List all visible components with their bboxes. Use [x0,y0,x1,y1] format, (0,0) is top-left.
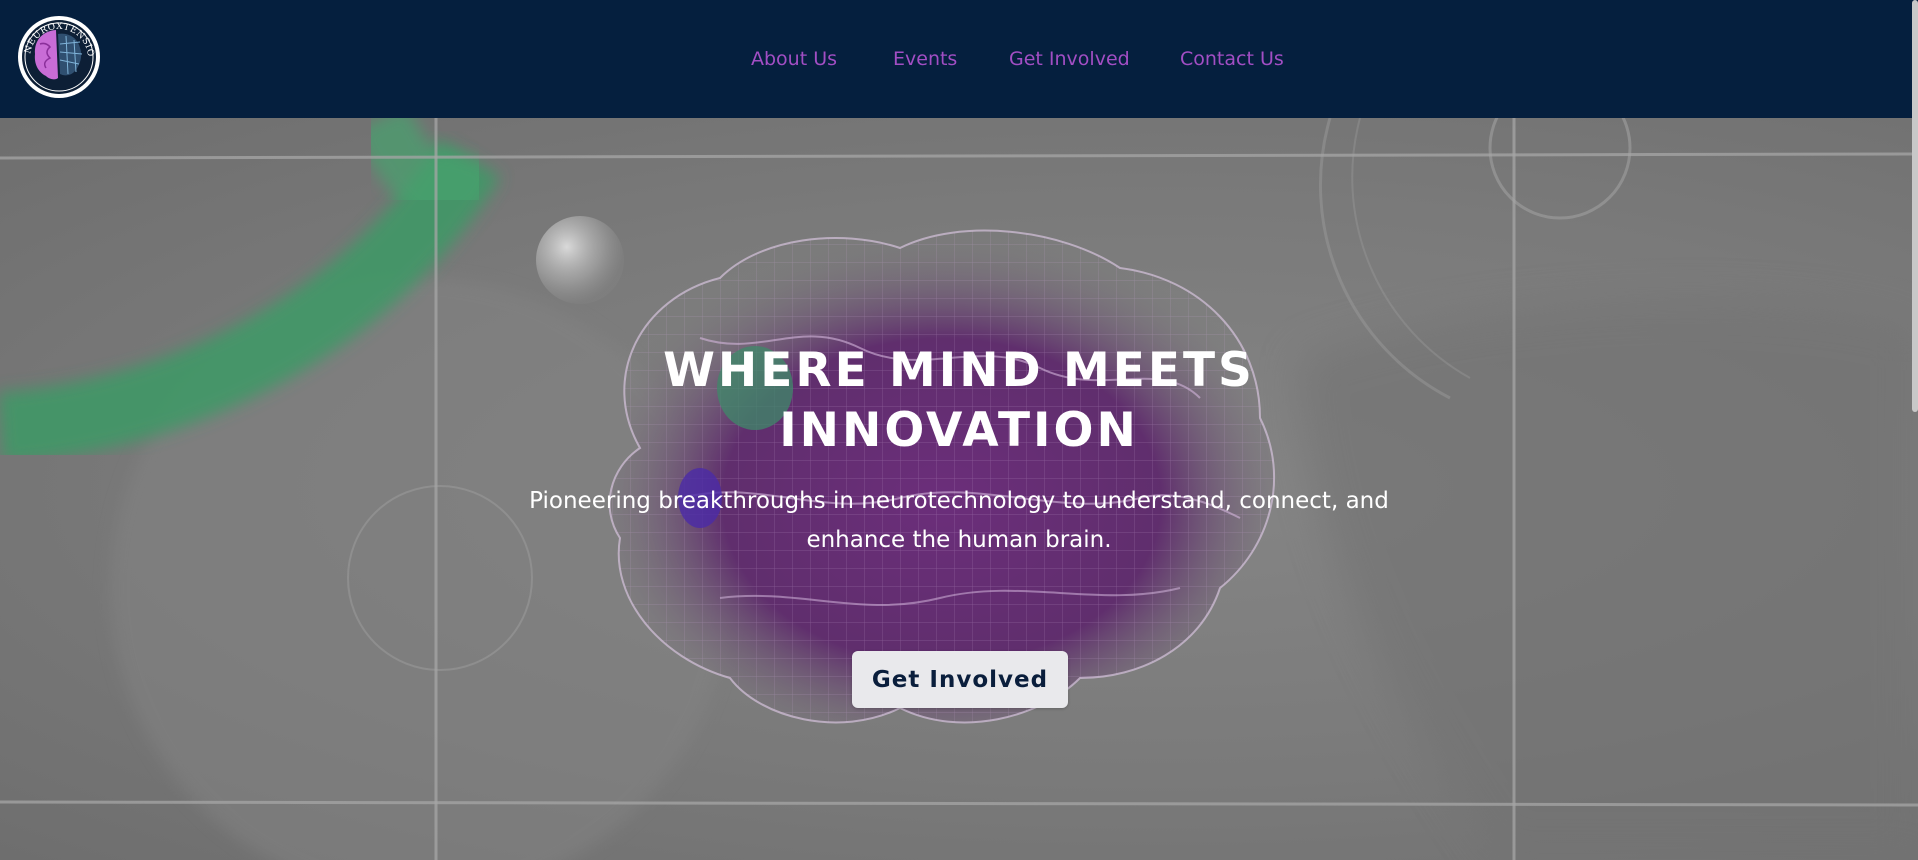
site-header: NEUROXTENSION About Us Events Get Involv… [0,0,1918,118]
nav-events[interactable]: Events [893,48,957,70]
get-involved-button[interactable]: Get Involved [852,651,1068,708]
hero-title-line-1: WHERE MIND MEETS [663,343,1255,399]
hero-title-line-2: INNOVATION [779,403,1139,459]
nav-about-us[interactable]: About Us [751,48,837,70]
page-scrollbar[interactable] [1912,0,1918,412]
nav-contact-us[interactable]: Contact Us [1180,48,1284,70]
hero-title: WHERE MIND MEETS INNOVATION [0,341,1918,461]
hero-section: WHERE MIND MEETS INNOVATION Pioneering b… [0,118,1918,860]
hero-subtitle: Pioneering breakthroughs in neurotechnol… [529,488,1389,553]
main-nav: About Us Events Get Involved Contact Us [0,0,1918,118]
nav-get-involved[interactable]: Get Involved [1009,48,1130,70]
